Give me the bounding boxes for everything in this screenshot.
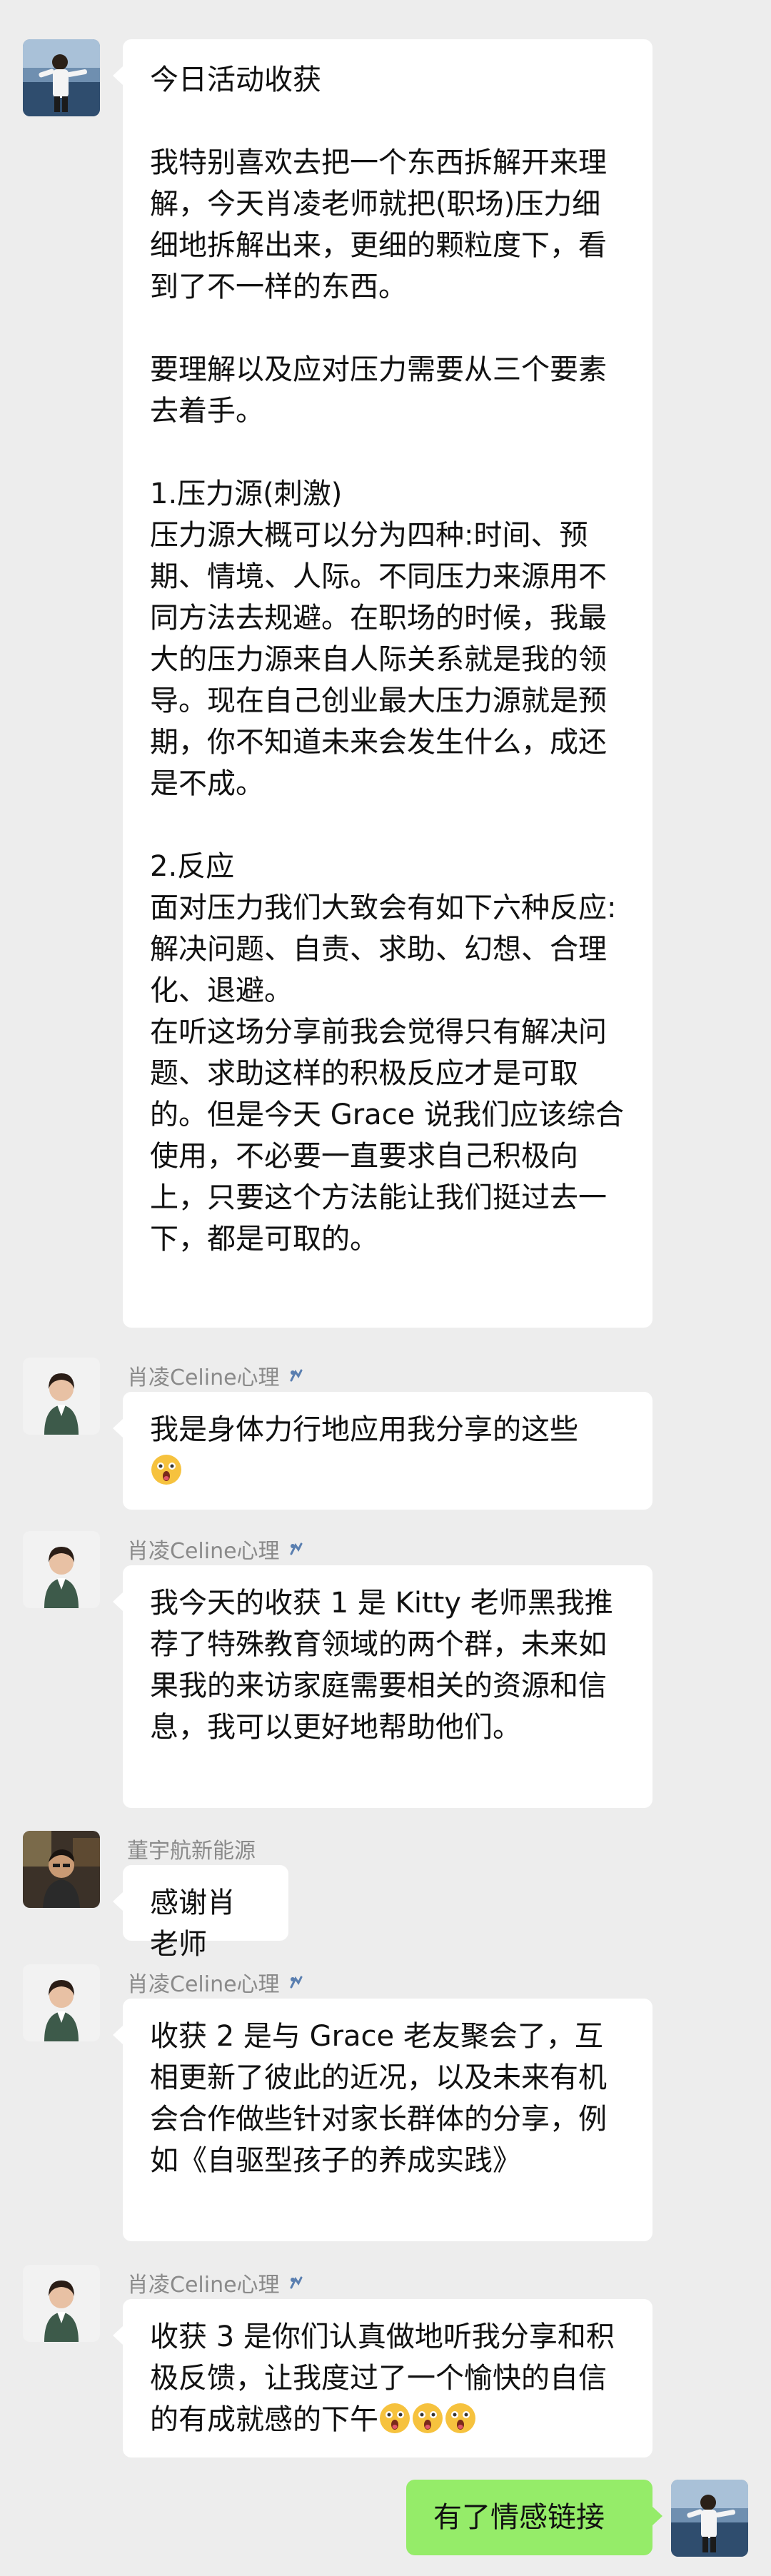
message-bubble-mine[interactable]: 有了情感链接 <box>406 2480 662 2555</box>
sender-name-text: 肖凌Celine心理 <box>127 1972 280 1997</box>
message-bubble-post[interactable]: 今日活动收获 我特别喜欢去把一个东西拆解开来理解，今天肖凌老师就把(职场)压力细… <box>113 39 652 1328</box>
avatar-celine[interactable] <box>23 1964 100 2041</box>
sender-name-text: 董宇航新能源 <box>127 1839 256 1864</box>
message-text: 感谢肖老师 <box>150 1886 236 1961</box>
wechat-work-badge-icon <box>290 1369 303 1382</box>
message-text: 我今天的收获 1 是 Kitty 老师黑我推荐了特殊教育领域的两个群，未来如果我… <box>150 1587 613 1744</box>
avatar-celine[interactable] <box>23 1358 100 1435</box>
sender-name: 肖凌Celine心理 <box>127 1966 306 1998</box>
post-paragraph: 要理解以及应对压力需要从三个要素去着手。 <box>150 353 607 428</box>
message-text: 收获 2 是与 Grace 老友聚会了，互相更新了彼此的近况，以及未来有机会合作… <box>150 2020 607 2177</box>
message-bubble[interactable]: 收获 2 是与 Grace 老友聚会了，互相更新了彼此的近况，以及未来有机会合作… <box>113 1999 652 2241</box>
surprised-face-emoji <box>380 2403 410 2433</box>
sender-name: 董宇航新能源 <box>127 1833 256 1864</box>
surprised-face-emoji <box>413 2403 443 2433</box>
sender-name-text: 肖凌Celine心理 <box>127 1539 280 1564</box>
avatar-self-post[interactable] <box>23 39 100 116</box>
avatar-celine[interactable] <box>23 2265 100 2342</box>
message-text: 有了情感链接 <box>433 2501 605 2534</box>
avatar-celine[interactable] <box>23 1531 100 1608</box>
sender-name: 肖凌Celine心理 <box>127 1533 306 1565</box>
sender-name-text: 肖凌Celine心理 <box>127 1365 280 1390</box>
surprised-face-emoji <box>151 1455 181 1485</box>
wechat-work-badge-icon <box>290 1542 303 1555</box>
message-bubble[interactable]: 我是身体力行地应用我分享的这些 <box>113 1392 652 1510</box>
post-paragraph: 我特别喜欢去把一个东西拆解开来理解，今天肖凌老师就把(职场)压力细细地拆解出来，… <box>150 146 607 303</box>
avatar-self[interactable] <box>671 2480 748 2557</box>
sender-name-text: 肖凌Celine心理 <box>127 2273 280 2298</box>
post-title: 今日活动收获 <box>150 64 321 96</box>
surprised-face-emoji <box>445 2403 475 2433</box>
post-paragraph: 1.压力源(刺激) 压力源大概可以分为四种:时间、预期、情境、人际。不同压力来源… <box>150 478 607 800</box>
message-bubble[interactable]: 感谢肖老师 <box>113 1865 288 1961</box>
sender-name: 肖凌Celine心理 <box>127 1360 306 1391</box>
message-bubble[interactable]: 收获 3 是你们认真做地听我分享和积极反馈，让我度过了一个愉快的自信的有成就感的… <box>113 2299 652 2458</box>
wechat-work-badge-icon <box>290 2276 303 2289</box>
post-paragraph: 2.反应 面对压力我们大致会有如下六种反应:解决问题、自责、求助、幻想、合理化、… <box>150 850 624 1256</box>
message-text: 我是身体力行地应用我分享的这些 <box>150 1413 578 1446</box>
avatar-dong[interactable] <box>23 1831 100 1908</box>
message-bubble[interactable]: 我今天的收获 1 是 Kitty 老师黑我推荐了特殊教育领域的两个群，未来如果我… <box>113 1565 652 1808</box>
wechat-work-badge-icon <box>290 1976 303 1989</box>
sender-name: 肖凌Celine心理 <box>127 2267 306 2298</box>
